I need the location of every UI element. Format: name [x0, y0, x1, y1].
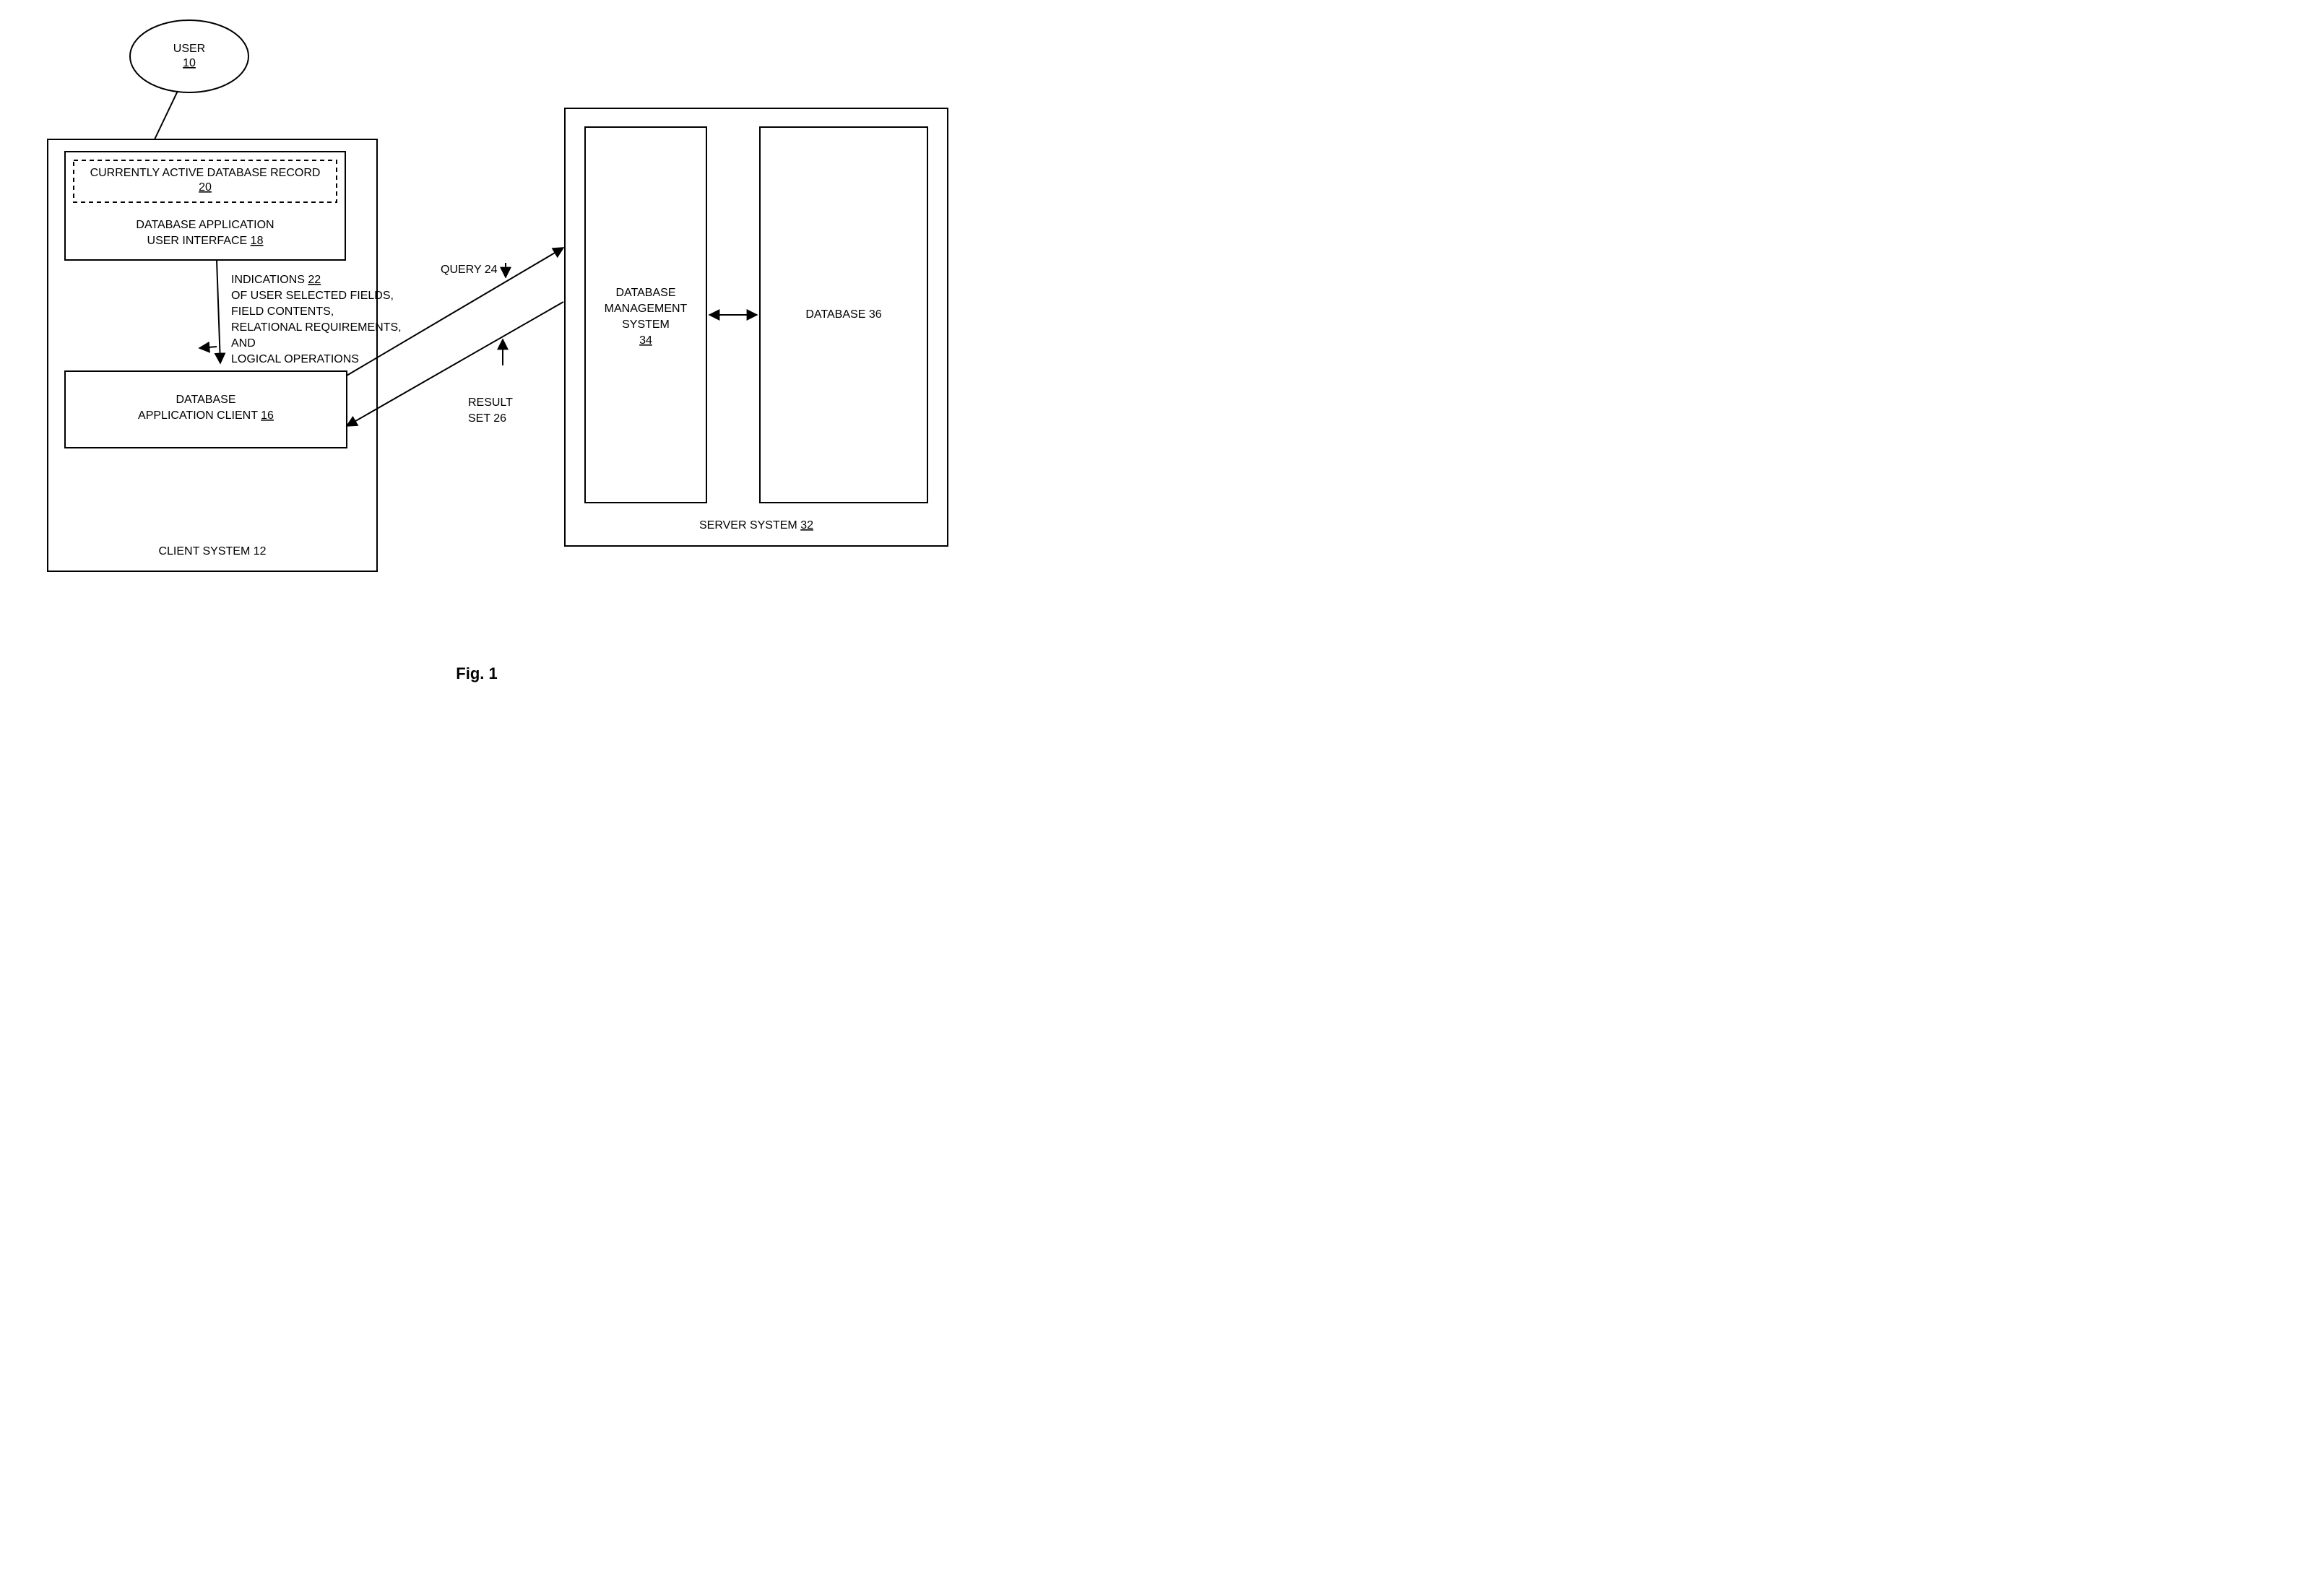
database-label: DATABASE 36 — [805, 308, 881, 321]
query-label: QUERY 24 — [441, 264, 498, 276]
client-app-line2: APPLICATION CLIENT 16 — [138, 409, 274, 422]
dbms-line1: DATABASE — [616, 287, 676, 299]
ui-box: CURRENTLY ACTIVE DATABASE RECORD 20 DATA… — [65, 152, 345, 260]
database-box: DATABASE 36 — [760, 127, 927, 503]
ui-box-line2: USER INTERFACE 18 — [147, 235, 264, 247]
dbms-box: DATABASE MANAGEMENT SYSTEM 34 — [585, 127, 706, 503]
svg-text:FIELD CONTENTS,: FIELD CONTENTS, — [231, 305, 334, 318]
user-ref: 10 — [183, 57, 196, 69]
svg-text:RELATIONAL REQUIREMENTS,: RELATIONAL REQUIREMENTS, — [231, 321, 402, 334]
client-app-box: DATABASE APPLICATION CLIENT 16 — [65, 371, 347, 448]
svg-text:LOGICAL OPERATIONS: LOGICAL OPERATIONS — [231, 353, 359, 365]
dbms-line3: SYSTEM — [622, 318, 670, 331]
dbms-ref: 34 — [639, 334, 652, 347]
diagram-canvas: USER 10 CLIENT SYSTEM 12 CURRENTLY ACTIV… — [0, 0, 1052, 731]
result-arrow — [347, 302, 563, 426]
dbms-line2: MANAGEMENT — [605, 303, 688, 315]
active-record-label: CURRENTLY ACTIVE DATABASE RECORD — [90, 167, 321, 179]
active-record-ref: 20 — [199, 181, 212, 194]
svg-text:INDICATIONS 22: INDICATIONS 22 — [231, 274, 321, 286]
svg-text:AND: AND — [231, 337, 256, 350]
server-system-label: SERVER SYSTEM 32 — [699, 519, 813, 532]
ui-box-line1: DATABASE APPLICATION — [136, 219, 274, 231]
result-line1: RESULT — [468, 396, 513, 409]
indications-pointer — [199, 347, 217, 348]
client-system-label: CLIENT SYSTEM 12 — [158, 545, 266, 558]
ui-to-client-arrow — [217, 260, 220, 363]
indications-text: INDICATIONS 22 OF USER SELECTED FIELDS, … — [231, 274, 402, 365]
user-node: USER 10 — [130, 20, 248, 92]
user-label: USER — [173, 43, 205, 55]
svg-text:OF USER SELECTED FIELDS,: OF USER SELECTED FIELDS, — [231, 290, 394, 302]
figure-label: Fig. 1 — [456, 664, 497, 682]
user-to-client-connector — [155, 91, 178, 139]
result-line2: SET 26 — [468, 412, 506, 425]
client-app-line1: DATABASE — [176, 394, 236, 406]
